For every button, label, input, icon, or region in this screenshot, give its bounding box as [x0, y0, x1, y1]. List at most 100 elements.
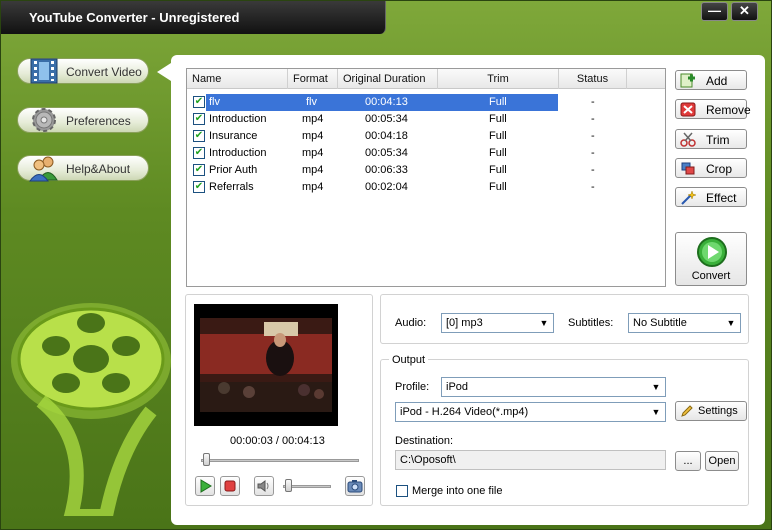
convert-button[interactable]: Convert	[675, 232, 747, 286]
add-button-label: Add	[706, 74, 728, 88]
effect-button-label: Effect	[706, 191, 737, 205]
film-icon	[30, 58, 58, 84]
video-preview	[194, 304, 338, 426]
table-row[interactable]: ✔ Insurance mp4 00:04:18 Full -	[187, 128, 665, 145]
format-select-value: iPod - H.264 Video(*.mp4)	[400, 406, 529, 418]
playback-time: 00:00:03 / 00:04:13	[230, 435, 325, 447]
row-checkbox[interactable]: ✔	[193, 147, 205, 159]
cell-format: mp4	[302, 113, 324, 125]
file-list-header: Name Format Original Duration Trim Statu…	[187, 69, 665, 89]
column-header-format[interactable]: Format	[288, 69, 338, 89]
effect-button[interactable]: Effect	[675, 187, 747, 207]
browse-button[interactable]: ...	[675, 451, 701, 471]
table-row[interactable]: ✔ Introduction mp4 00:05:34 Full -	[187, 145, 665, 162]
cell-status: -	[591, 96, 595, 108]
crop-button[interactable]: Crop	[675, 158, 747, 178]
camera-icon	[347, 480, 363, 493]
crop-button-label: Crop	[706, 162, 733, 176]
stop-button[interactable]	[220, 476, 240, 496]
cell-name: Introduction	[209, 113, 267, 125]
destination-value: C:\Oposoft\	[400, 454, 456, 466]
column-header-name[interactable]: Name	[187, 69, 288, 89]
magic-wand-icon	[681, 190, 696, 205]
cell-status: -	[591, 147, 595, 159]
video-frame-image	[194, 304, 338, 426]
table-row[interactable]: ✔ Prior Auth mp4 00:06:33 Full -	[187, 162, 665, 179]
column-header-trim[interactable]: Trim	[438, 69, 559, 89]
seek-slider-handle[interactable]	[202, 453, 210, 466]
cell-status: -	[591, 130, 595, 142]
profile-select[interactable]: iPod ▼	[441, 377, 666, 397]
cell-status: -	[591, 113, 595, 125]
table-row[interactable]: ✔ Referrals mp4 00:02:04 Full -	[187, 179, 665, 196]
cell-format: mp4	[302, 181, 324, 193]
pencil-icon	[681, 405, 693, 417]
volume-slider-handle[interactable]	[285, 479, 293, 492]
audio-label: Audio:	[395, 317, 427, 329]
audio-select[interactable]: [0] mp3 ▼	[441, 313, 554, 333]
add-button[interactable]: Add	[675, 70, 747, 90]
cell-duration: 00:04:18	[365, 130, 408, 142]
content-panel: Name Format Original Duration Trim Statu…	[171, 55, 765, 525]
nav-help-about[interactable]: Help&About	[17, 155, 149, 182]
cell-format: flv	[306, 96, 317, 108]
main-window: YouTube Converter - Unregistered — ✕ Con…	[0, 0, 772, 530]
stop-icon	[224, 480, 236, 492]
cell-name: Prior Auth	[209, 164, 258, 176]
profile-label: Profile:	[395, 381, 430, 393]
destination-field[interactable]: C:\Oposoft\	[395, 450, 666, 470]
cell-trim: Full	[489, 113, 507, 125]
row-checkbox[interactable]: ✔	[193, 96, 205, 108]
column-header-duration[interactable]: Original Duration	[338, 69, 438, 89]
subtitles-select[interactable]: No Subtitle ▼	[628, 313, 741, 333]
trim-button[interactable]: Trim	[675, 129, 747, 149]
cell-format: mp4	[302, 147, 324, 159]
remove-button-label: Remove	[706, 103, 751, 117]
merge-checkbox[interactable]	[396, 485, 408, 497]
table-row[interactable]: ✔ Introduction mp4 00:05:34 Full -	[187, 111, 665, 128]
cell-name: Referrals	[209, 181, 254, 193]
settings-button[interactable]: Settings	[675, 401, 747, 421]
mute-button[interactable]	[254, 476, 274, 496]
row-checkbox[interactable]: ✔	[193, 130, 205, 142]
open-button[interactable]: Open	[705, 451, 739, 471]
audio-select-value: [0] mp3	[446, 317, 483, 329]
add-icon	[680, 73, 695, 88]
subtitles-label: Subtitles:	[568, 317, 614, 329]
remove-button[interactable]: Remove	[675, 99, 751, 119]
row-checkbox[interactable]: ✔	[193, 113, 205, 125]
close-button[interactable]: ✕	[731, 2, 758, 21]
chevron-down-icon: ▼	[651, 382, 661, 392]
cell-trim: Full	[489, 181, 507, 193]
play-icon	[200, 479, 212, 493]
snapshot-button[interactable]	[345, 476, 365, 496]
cell-trim: Full	[489, 164, 507, 176]
destination-label: Destination:	[395, 435, 454, 447]
profile-select-value: iPod	[446, 381, 469, 393]
row-checkbox[interactable]: ✔	[193, 181, 205, 193]
table-row[interactable]: ✔ flv flv 00:04:13 Full -	[187, 94, 665, 111]
cell-duration: 00:06:33	[365, 164, 408, 176]
column-header-status[interactable]: Status	[559, 69, 627, 89]
cell-duration: 00:02:04	[365, 181, 408, 193]
trim-button-label: Trim	[706, 133, 730, 147]
gear-icon	[32, 108, 56, 132]
format-select[interactable]: iPod - H.264 Video(*.mp4) ▼	[395, 402, 666, 422]
chevron-down-icon: ▼	[539, 318, 549, 328]
cell-trim: Full	[489, 96, 507, 108]
row-checkbox[interactable]: ✔	[193, 164, 205, 176]
cell-format: mp4	[302, 164, 324, 176]
play-button[interactable]	[195, 476, 215, 496]
nav-preferences-label: Preferences	[66, 114, 131, 128]
nav-convert-video[interactable]: Convert Video	[17, 58, 149, 84]
seek-slider[interactable]	[201, 459, 359, 462]
nav-help-about-label: Help&About	[66, 162, 131, 176]
cell-format: mp4	[302, 130, 324, 142]
nav-preferences[interactable]: Preferences	[17, 107, 149, 133]
play-convert-icon	[697, 237, 727, 267]
file-list[interactable]: Name Format Original Duration Trim Statu…	[186, 68, 666, 287]
remove-icon	[680, 102, 696, 117]
minimize-button[interactable]: —	[701, 2, 728, 21]
convert-button-label: Convert	[691, 270, 731, 282]
cell-duration: 00:05:34	[365, 113, 408, 125]
